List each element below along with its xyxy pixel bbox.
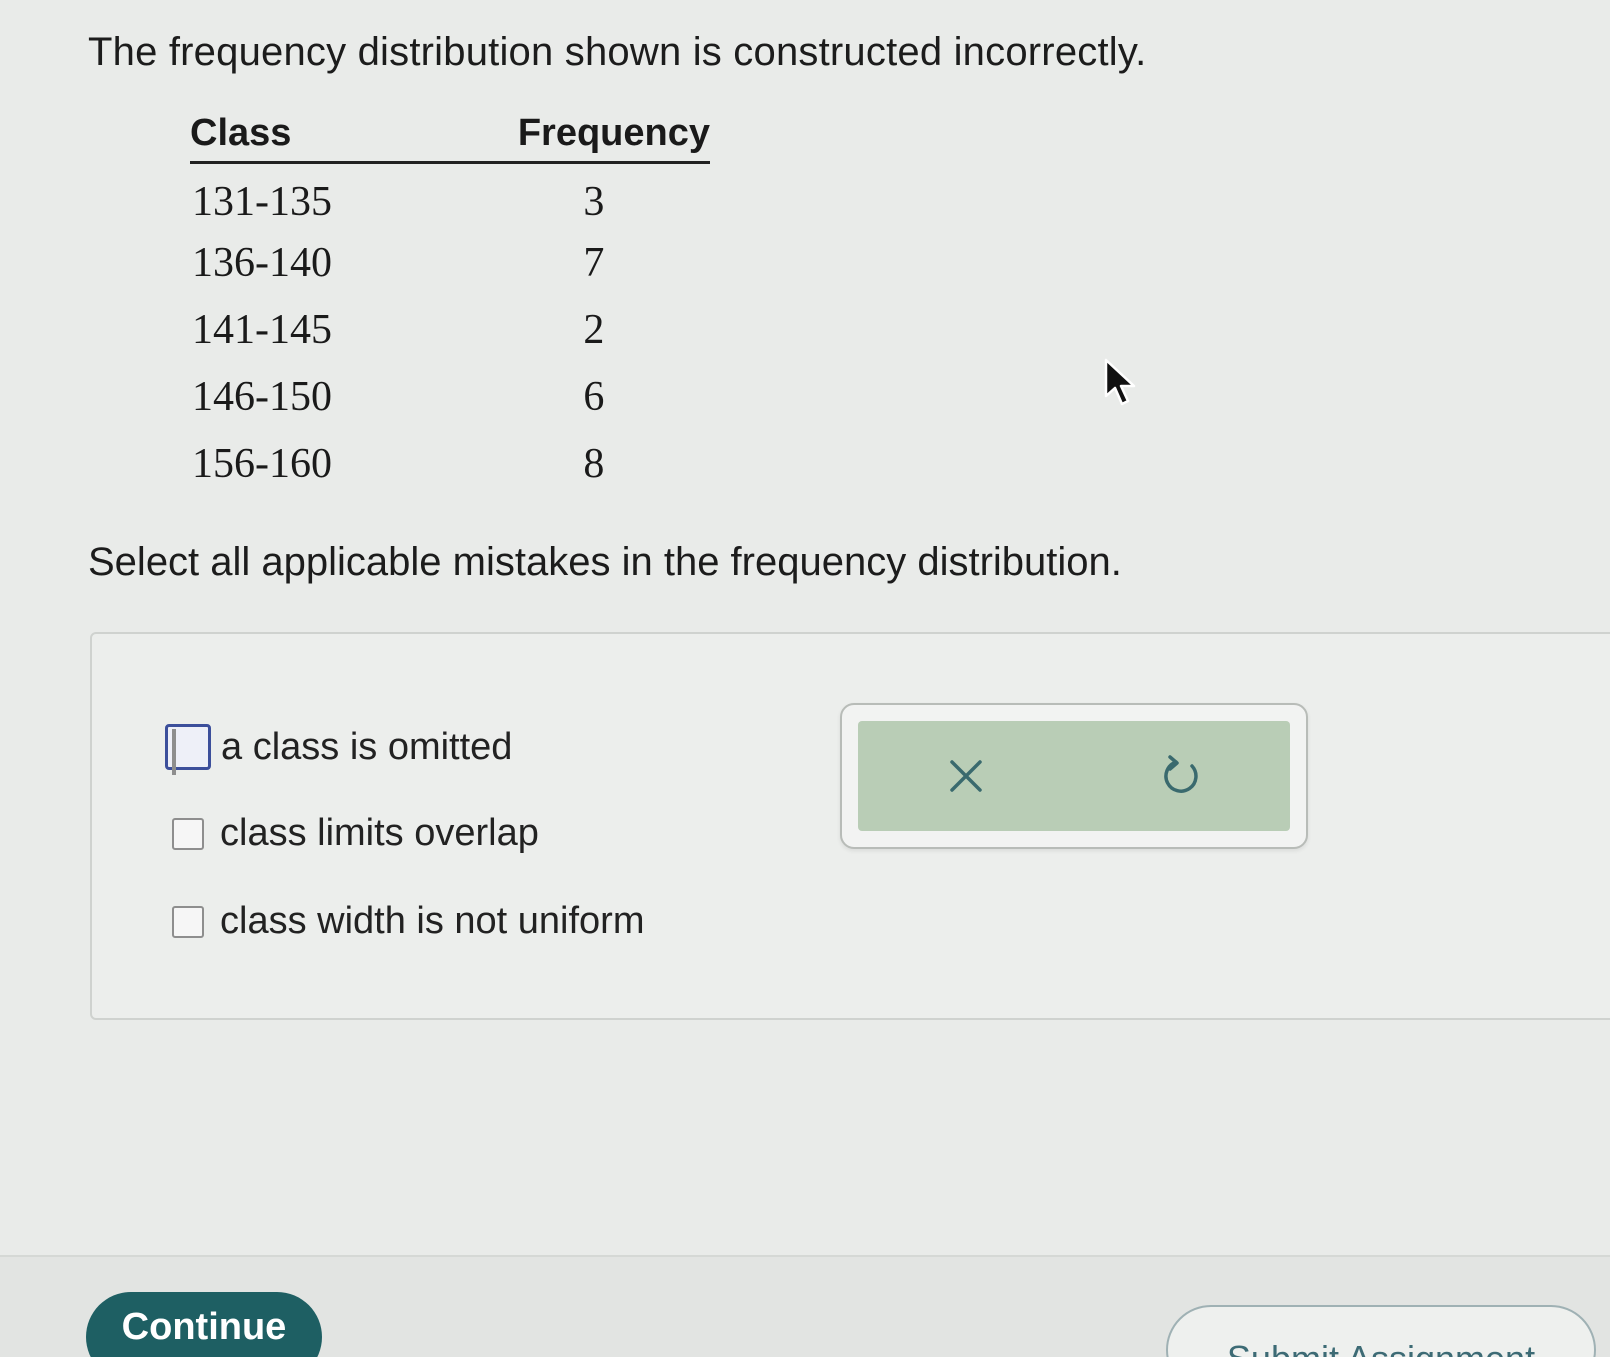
answer-actions-box bbox=[840, 703, 1308, 849]
frequency-cell: 8 bbox=[583, 441, 605, 487]
class-cell: 136-140 bbox=[192, 240, 332, 286]
option-class-width-not-uniform[interactable]: class width is not uniform bbox=[172, 900, 645, 943]
option-label: class width is not uniform bbox=[220, 900, 645, 942]
continue-button[interactable]: Continue bbox=[86, 1292, 322, 1357]
table-row: 131-135 3 bbox=[190, 163, 710, 230]
option-class-omitted[interactable]: a class is omitted bbox=[165, 724, 513, 775]
question-prompt: The frequency distribution shown is cons… bbox=[88, 30, 1147, 74]
frequency-table: Class Frequency 131-135 3 136-140 7 141-… bbox=[190, 112, 710, 498]
option-label: a class is omitted bbox=[221, 725, 513, 768]
frequency-cell: 6 bbox=[583, 374, 605, 420]
class-cell: 146-150 bbox=[192, 374, 332, 420]
close-icon bbox=[950, 760, 982, 792]
submit-assignment-button[interactable]: Submit Assignment bbox=[1166, 1305, 1596, 1357]
frequency-cell: 7 bbox=[583, 240, 605, 286]
page: The frequency distribution shown is cons… bbox=[0, 0, 1610, 1357]
class-cell: 156-160 bbox=[192, 441, 332, 487]
table-row: 141-145 2 bbox=[190, 297, 710, 364]
reset-button[interactable] bbox=[1142, 736, 1222, 816]
table-row: 136-140 7 bbox=[190, 230, 710, 297]
table-header-row: Class Frequency bbox=[190, 112, 710, 164]
class-cell: 141-145 bbox=[192, 307, 332, 353]
frequency-cell: 2 bbox=[583, 307, 605, 353]
checkbox-class-width-not-uniform[interactable] bbox=[172, 905, 204, 938]
undo-icon bbox=[1164, 755, 1198, 793]
answer-actions-bar bbox=[858, 721, 1290, 831]
checkbox-class-omitted[interactable] bbox=[165, 724, 211, 775]
class-cell: 131-135 bbox=[192, 178, 332, 225]
checkbox-class-limits-overlap[interactable] bbox=[172, 817, 204, 850]
column-header-frequency: Frequency bbox=[427, 112, 710, 164]
instruction-text: Select all applicable mistakes in the fr… bbox=[88, 540, 1122, 584]
frequency-cell: 3 bbox=[583, 178, 605, 225]
table-row: 146-150 6 bbox=[190, 364, 710, 431]
option-label: class limits overlap bbox=[220, 812, 539, 854]
mouse-pointer-icon bbox=[1104, 358, 1138, 413]
column-header-class: Class bbox=[190, 112, 428, 164]
table-row: 156-160 8 bbox=[190, 431, 710, 498]
option-class-limits-overlap[interactable]: class limits overlap bbox=[172, 812, 539, 855]
clear-button[interactable] bbox=[926, 736, 1006, 816]
